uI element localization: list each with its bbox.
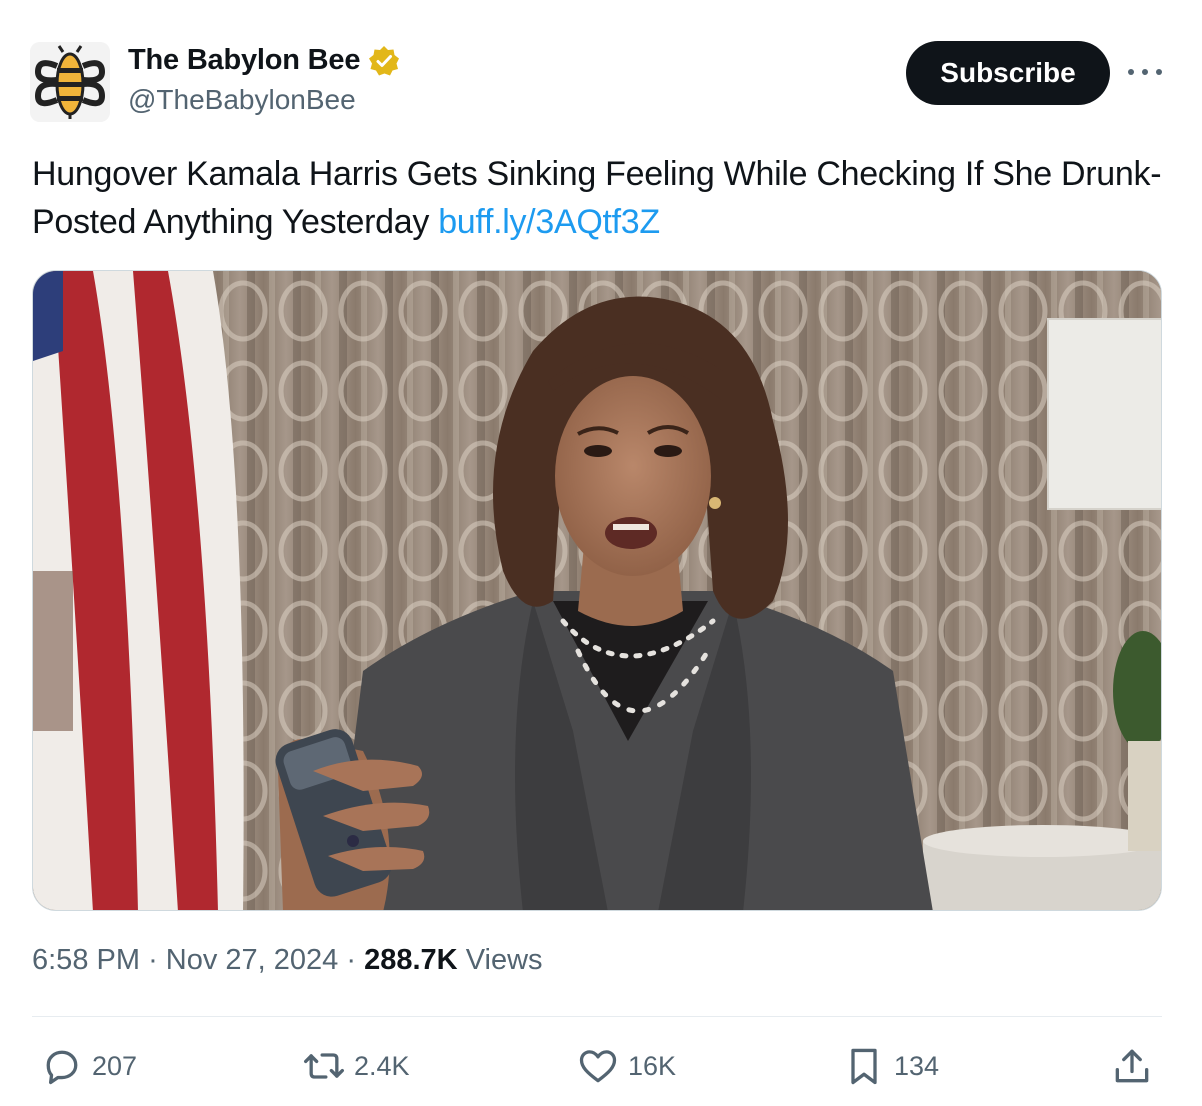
bookmark-icon <box>851 1048 877 1085</box>
repost-icon <box>304 1053 344 1079</box>
more-dot <box>1142 69 1148 75</box>
tweet-meta: 6:58 PM · Nov 27, 2024 · 288.7K Views <box>32 944 543 977</box>
bookmark-button[interactable]: 134 <box>842 1042 939 1090</box>
more-dot <box>1128 69 1134 75</box>
avatar[interactable] <box>30 42 110 122</box>
share-icon <box>1115 1049 1149 1083</box>
subscribe-button[interactable]: Subscribe <box>906 41 1110 105</box>
verified-badge-icon <box>369 45 400 75</box>
like-icon <box>579 1050 617 1083</box>
reply-icon <box>46 1050 78 1085</box>
tweet-image[interactable] <box>32 270 1162 911</box>
reply-button[interactable]: 207 <box>40 1042 137 1090</box>
share-button[interactable] <box>1110 1042 1162 1090</box>
meta-separator: · <box>346 944 357 976</box>
like-button[interactable]: 16K <box>576 1042 676 1090</box>
tweet-date[interactable]: Nov 27, 2024 <box>166 944 339 976</box>
divider <box>32 1016 1162 1017</box>
tweet-link[interactable]: buff.ly/3AQtf3Z <box>438 203 660 241</box>
more-dot <box>1156 69 1162 75</box>
repost-button[interactable]: 2.4K <box>302 1042 410 1090</box>
tweet-text: Hungover Kamala Harris Gets Sinking Feel… <box>32 150 1162 246</box>
meta-separator: · <box>148 944 158 976</box>
like-count: 16K <box>628 1050 677 1081</box>
author-name-row[interactable]: The Babylon Bee <box>128 44 400 77</box>
more-icon[interactable] <box>1128 58 1162 86</box>
bee-logo-icon <box>30 42 110 122</box>
tweet-time[interactable]: 6:58 PM <box>32 944 140 976</box>
views-label: Views <box>465 944 543 976</box>
views-count: 288.7K <box>364 944 458 976</box>
bookmark-count: 134 <box>894 1050 940 1081</box>
reply-count: 207 <box>92 1050 138 1081</box>
repost-count: 2.4K <box>354 1050 410 1081</box>
display-name[interactable]: The Babylon Bee <box>128 44 360 77</box>
photo-illustration <box>33 271 1161 910</box>
author-handle[interactable]: @TheBabylonBee <box>128 84 356 116</box>
tweet: The Babylon Bee @TheBabylonBee Subscribe… <box>0 0 1202 1106</box>
